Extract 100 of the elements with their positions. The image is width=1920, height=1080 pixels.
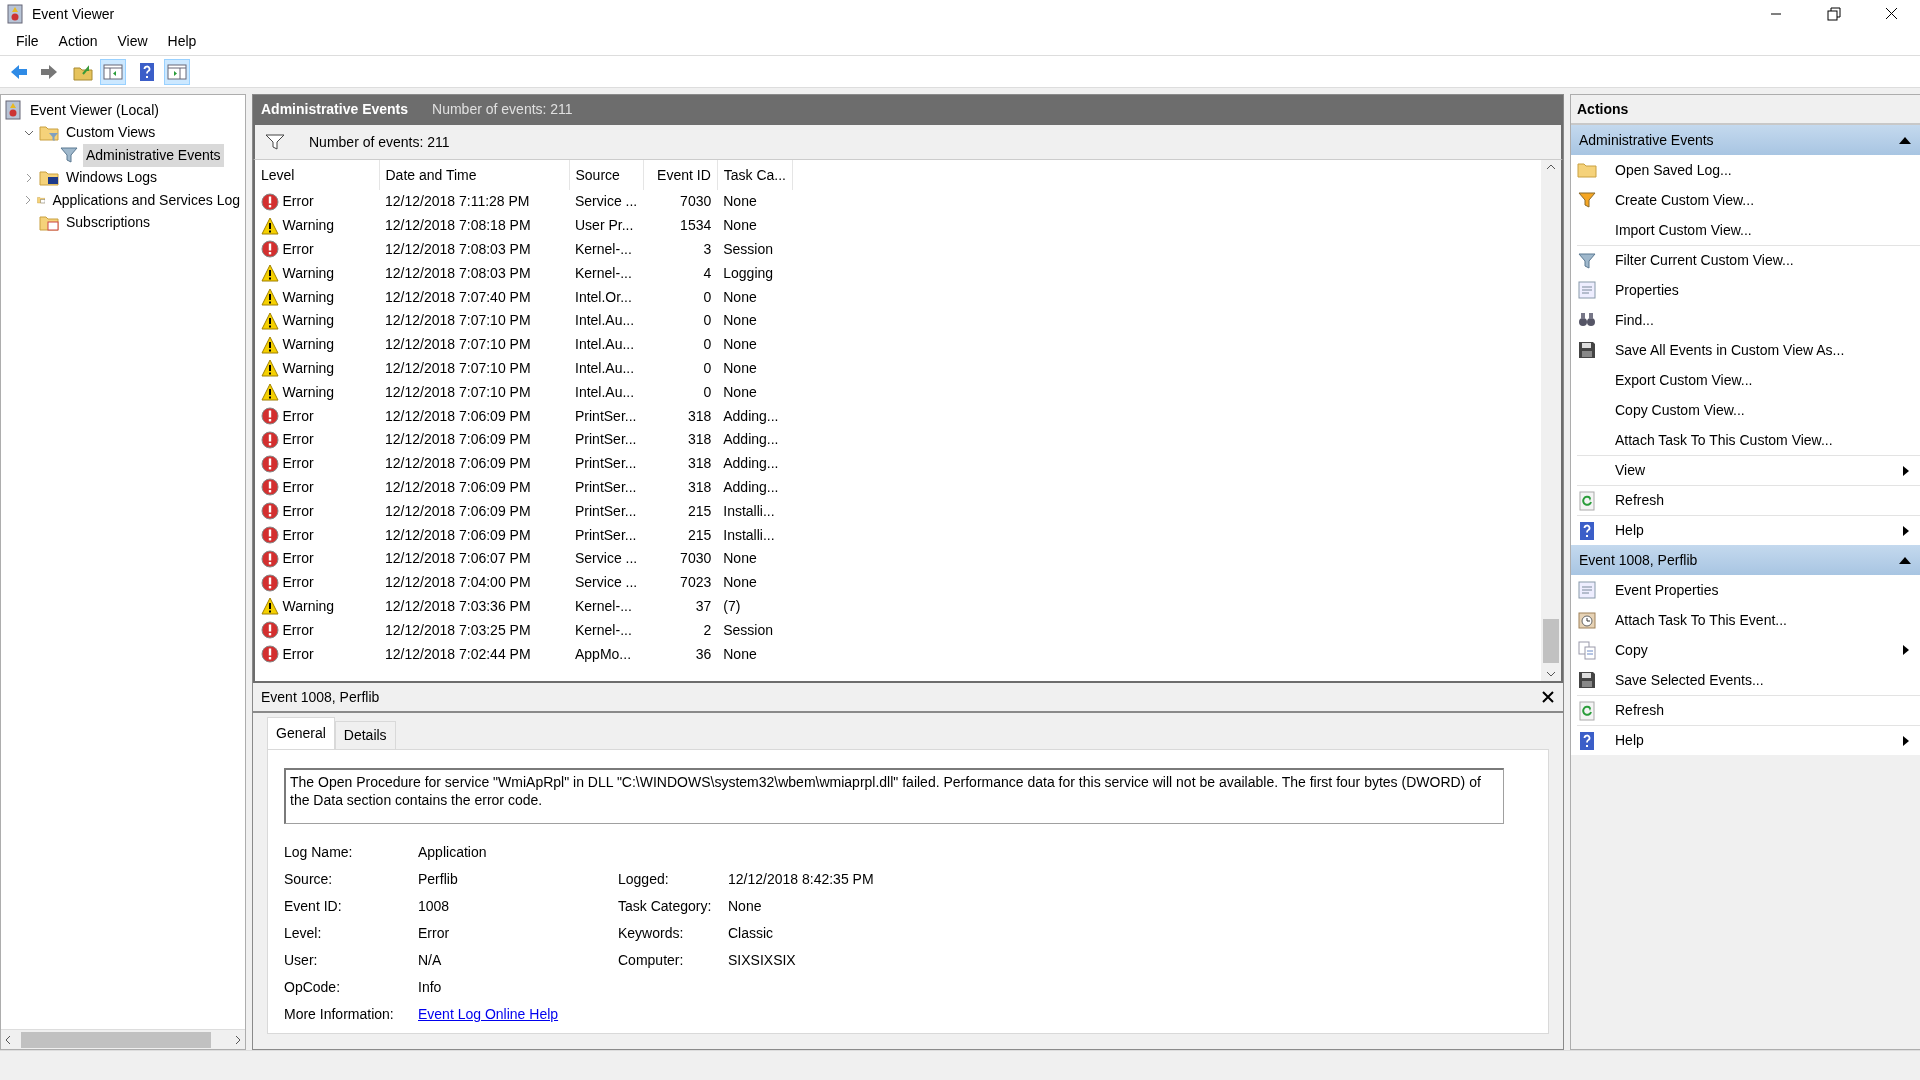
table-cell-text: Session <box>722 620 775 640</box>
pane-command[interactable]: Create Custom View... <box>1571 185 1920 215</box>
tab[interactable]: Details <box>334 721 396 749</box>
expander-icon[interactable] <box>23 195 33 206</box>
column-header[interactable]: Source <box>569 160 644 190</box>
pane-title: Administrative Events <box>261 99 409 119</box>
scroll-up-icon[interactable] <box>1545 162 1557 172</box>
table-cell-text: 215 <box>686 501 713 521</box>
pane-command[interactable]: Help <box>1577 725 1920 755</box>
tree-item[interactable]: Subscriptions <box>63 211 154 235</box>
pane-command[interactable]: Filter Current Custom View... <box>1577 245 1920 275</box>
pane-command[interactable]: Save All Events in Custom View As... <box>1571 335 1920 365</box>
scrollbar-thumb[interactable] <box>1543 619 1559 663</box>
collapse-icon[interactable] <box>1898 555 1912 565</box>
table-cell-text: None <box>722 287 758 307</box>
event-viewer-icon <box>3 100 23 121</box>
pane-command[interactable]: Save Selected Events... <box>1571 665 1920 695</box>
table-cell-text: None <box>722 335 758 355</box>
table-cell-text: 12/12/2018 7:07:10 PM <box>384 311 532 331</box>
table-cell-text: 12/12/2018 7:03:25 PM <box>384 620 532 640</box>
table-cell-text: PrintSer... <box>574 477 638 497</box>
table-cell-text: AppMo... <box>574 644 633 664</box>
section-header[interactable]: Event 1008, Perflib <box>1571 545 1920 575</box>
table-cell-text: Warning <box>282 216 335 236</box>
table-cell-text: Installi... <box>722 501 776 521</box>
table-cell-text: PrintSer... <box>574 525 638 545</box>
error-icon <box>261 430 279 449</box>
funnel-icon <box>265 133 285 151</box>
pane-command[interactable]: Import Custom View... <box>1571 215 1920 245</box>
error-icon <box>261 573 279 592</box>
table-cell-text: Error <box>282 454 314 474</box>
tree-item[interactable]: Custom Views <box>63 121 159 145</box>
window-title: Event Viewer <box>32 4 115 24</box>
expander-icon[interactable] <box>24 172 34 183</box>
pane-command[interactable]: Refresh <box>1577 485 1920 515</box>
field-value: 1008 <box>418 897 451 916</box>
table-cell-text: 12/12/2018 7:08:03 PM <box>384 263 532 283</box>
pane-command[interactable]: Find... <box>1571 305 1920 335</box>
field-value: Error <box>418 924 451 943</box>
menu-item[interactable]: File <box>6 31 49 52</box>
column-header[interactable]: Date and Time <box>379 160 569 190</box>
table-cell-text: Session <box>722 240 775 259</box>
pane-command[interactable]: Event Properties <box>1571 575 1920 605</box>
scroll-down-icon[interactable] <box>1545 669 1557 679</box>
section-header[interactable]: Administrative Events <box>1571 125 1920 155</box>
column-header[interactable]: Level <box>255 160 379 190</box>
warning-icon <box>261 335 279 354</box>
tree-item[interactable]: Event Viewer (Local) <box>27 98 162 122</box>
table-cell-text: 12/12/2018 7:06:09 PM <box>384 430 532 450</box>
error-icon <box>261 645 279 664</box>
pane-command[interactable]: Export Custom View... <box>1571 365 1920 395</box>
restore-icon[interactable] <box>1824 6 1842 22</box>
pane-command[interactable]: Attach Task To This Event... <box>1571 605 1920 635</box>
table-cell-text: None <box>722 644 758 664</box>
scrollbar-thumb[interactable] <box>21 1031 211 1048</box>
pane-command[interactable]: Open Saved Log... <box>1571 155 1920 185</box>
menu-item[interactable]: Help <box>157 31 207 52</box>
menu-item[interactable]: View <box>107 31 158 52</box>
collapse-icon[interactable] <box>1898 135 1912 145</box>
error-icon <box>261 240 279 259</box>
table-cell-text: 37 <box>694 596 713 616</box>
table-cell-text: Error <box>282 406 314 426</box>
table-cell-text: Error <box>282 644 314 664</box>
table-cell-text: 12/12/2018 7:06:09 PM <box>384 477 532 497</box>
menu-item[interactable]: Action <box>48 31 108 52</box>
tab[interactable]: General <box>267 717 335 749</box>
warning-icon <box>261 216 279 235</box>
table-cell-text: 12/12/2018 7:06:07 PM <box>384 549 532 569</box>
tree-item[interactable]: Windows Logs <box>63 166 161 190</box>
pane-command[interactable]: Attach Task To This Custom View... <box>1571 425 1920 455</box>
table-cell-text: 7030 <box>679 549 713 569</box>
event-description: The Open Procedure for service "WmiApRpl" in DLL "C:\WINDOWS\system32\wbem\wmiaprpl.dll" failed. Performance data for this service will not be available. The first four bytes (DWORD) of the Data section contains the error code. <box>284 768 1504 824</box>
tree-item[interactable]: Administrative Events <box>83 143 224 167</box>
pane-command[interactable]: Properties <box>1571 275 1920 305</box>
column-header[interactable]: Task Ca... <box>717 160 793 190</box>
table-cell-text: Adding... <box>722 454 780 474</box>
help-link[interactable]: Event Log Online Help <box>418 1006 559 1022</box>
field-label: Source: <box>284 870 334 889</box>
error-icon <box>261 478 279 497</box>
close-icon[interactable] <box>1541 690 1555 704</box>
table-cell-text: User Pr... <box>574 216 635 236</box>
table-cell-text: None <box>722 216 758 236</box>
column-header[interactable]: Event ID <box>643 160 718 190</box>
table-cell-text: Warning <box>282 596 335 616</box>
pane-command[interactable]: Refresh <box>1577 695 1920 725</box>
table-cell-text: Service ... <box>574 573 639 593</box>
submenu-arrow-icon <box>1902 464 1910 477</box>
table-cell-text: (7) <box>722 596 742 616</box>
table-cell-text: 318 <box>686 477 713 497</box>
error-icon <box>261 502 279 521</box>
pane-command[interactable]: Copy Custom View... <box>1571 395 1920 425</box>
pane-command[interactable]: Copy <box>1571 635 1920 665</box>
table-cell-text: Intel.Au... <box>574 358 636 378</box>
table-cell-text: Intel.Au... <box>574 382 636 402</box>
table-cell-text: 12/12/2018 7:06:09 PM <box>384 501 532 521</box>
table-cell-text: None <box>722 311 758 331</box>
tree-item[interactable]: Applications and Services Log <box>49 188 243 212</box>
pane-command[interactable]: View <box>1577 455 1920 485</box>
table-cell-text: 12/12/2018 7:07:10 PM <box>384 382 532 402</box>
table-cell-text: 12/12/2018 7:08:18 PM <box>384 216 532 236</box>
